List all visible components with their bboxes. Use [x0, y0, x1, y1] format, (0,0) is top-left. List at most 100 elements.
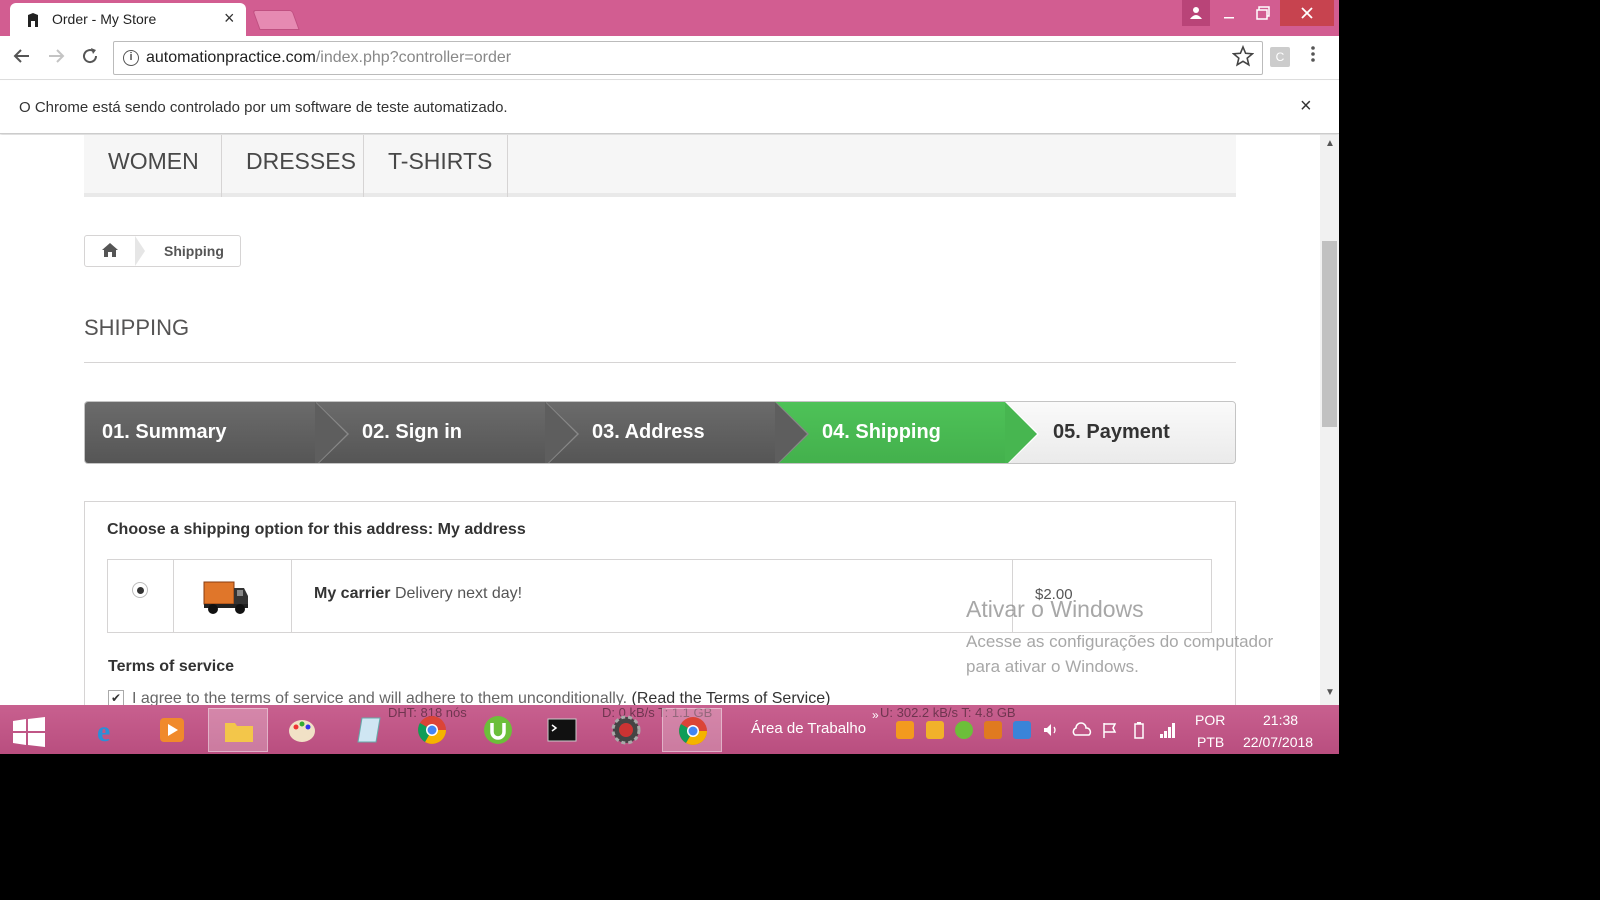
taskbar-utorrent[interactable]: [468, 708, 528, 752]
taskbar-chrome-1[interactable]: [402, 708, 462, 752]
terms-checkbox[interactable]: ✔: [108, 690, 124, 705]
media-player-icon: [160, 718, 184, 742]
signal-bars-icon[interactable]: [1159, 721, 1177, 739]
url-path: /index.php?controller=order: [315, 49, 512, 66]
breadcrumb-separator: [135, 236, 145, 266]
window-minimize-button[interactable]: [1212, 0, 1246, 26]
windows-start-icon[interactable]: [13, 717, 45, 747]
tray-avast-icon[interactable]: [896, 721, 914, 739]
terms-label: I agree to the terms of service and will…: [132, 690, 830, 705]
store-favicon-icon: [28, 13, 38, 27]
back-arrow-icon[interactable]: [12, 46, 32, 66]
terms-link[interactable]: (Read the Terms of Service): [632, 690, 831, 705]
desktop-toolbar-label[interactable]: Área de Trabalho: [751, 720, 866, 737]
checkout-steps: 05. Payment 04. Shipping 03. Address 02.…: [84, 401, 1236, 464]
keyboard-layout-indicator[interactable]: PTB: [1197, 734, 1224, 750]
carrier-image-cell: [174, 560, 292, 632]
ghost-upload-text: U: 302.2 kB/s T: 4.8 GB: [880, 705, 1016, 720]
terminal-icon: [547, 718, 577, 742]
step-label: 01. Summary: [102, 421, 227, 443]
taskbar-media[interactable]: [142, 708, 202, 752]
browser-menu-icon[interactable]: [1310, 44, 1316, 64]
speaker-icon[interactable]: [1042, 721, 1060, 739]
user-profile-icon[interactable]: [1182, 0, 1210, 26]
carrier-delay: Delivery next day!: [394, 585, 523, 602]
tray-utorrent-icon[interactable]: [955, 721, 973, 739]
step-payment: 05. Payment: [1005, 402, 1235, 463]
language-indicator[interactable]: POR: [1195, 712, 1225, 728]
carrier-description-cell: My carrier Delivery next day!: [292, 560, 1013, 632]
terms-text: I agree to the terms of service and will…: [132, 690, 628, 705]
bookmark-star-icon[interactable]: [1232, 45, 1254, 67]
scroll-down-icon[interactable]: ▼: [1325, 687, 1335, 698]
carrier-price: $2.00: [1035, 586, 1073, 603]
clock-time[interactable]: 21:38: [1263, 712, 1298, 728]
page-scrollbar[interactable]: ▲ ▼: [1320, 135, 1339, 705]
taskbar-explorer[interactable]: [208, 708, 268, 752]
window-restore-button[interactable]: [1246, 0, 1280, 26]
address-bar[interactable]: i automationpractice.com/index.php?contr…: [113, 41, 1263, 75]
menu-item-dresses[interactable]: DRESSES: [222, 135, 364, 197]
internet-explorer-icon: e: [97, 715, 110, 746]
toolbar-chevron-icon[interactable]: »: [872, 708, 879, 722]
action-center-flag-icon[interactable]: [1101, 721, 1119, 739]
clock-date[interactable]: 22/07/2018: [1243, 734, 1313, 750]
step-summary[interactable]: 01. Summary: [85, 402, 349, 463]
folder-icon: [225, 723, 253, 742]
onedrive-cloud-icon[interactable]: [1071, 721, 1093, 739]
menu-item-women[interactable]: WOMEN: [84, 135, 222, 197]
tray-java-icon[interactable]: [984, 721, 1002, 739]
taskbar-ie[interactable]: e: [78, 708, 138, 752]
scroll-up-icon[interactable]: ▲: [1325, 138, 1335, 149]
site-info-icon[interactable]: i: [123, 50, 139, 66]
shipping-options-box: Choose a shipping option for this addres…: [84, 501, 1236, 705]
page-title: SHIPPING: [84, 315, 190, 340]
taskbar-paint[interactable]: [272, 708, 332, 752]
step-label: 02. Sign in: [362, 421, 463, 443]
url-text: automationpractice.com/index.php?control…: [146, 49, 511, 67]
page-content: WOMEN DRESSES T-SHIRTS Shipping SHIPPING…: [0, 135, 1320, 705]
home-icon[interactable]: [101, 242, 119, 258]
browser-tab-order[interactable]: Order - My Store ×: [10, 3, 246, 36]
chrome-icon: [679, 717, 707, 745]
tray-shield-icon[interactable]: [926, 721, 944, 739]
svg-text:e: e: [97, 715, 110, 746]
carrier-radio[interactable]: [132, 582, 148, 598]
step-address[interactable]: 03. Address: [545, 402, 809, 463]
automation-infobar: O Chrome está sendo controlado por um so…: [0, 81, 1339, 134]
menu-item-tshirts[interactable]: T-SHIRTS: [364, 135, 508, 197]
tab-close-icon[interactable]: ×: [224, 8, 235, 29]
gear-ide-icon: [611, 715, 641, 745]
taskbar-chrome-2[interactable]: [662, 708, 722, 752]
carrier-price-cell: $2.00: [1013, 560, 1211, 632]
new-tab-button[interactable]: [252, 10, 300, 30]
scroll-thumb[interactable]: [1322, 241, 1337, 427]
notepad-icon: [357, 717, 381, 743]
infobar-message: O Chrome está sendo controlado por um so…: [19, 99, 508, 116]
paint-palette-icon: [289, 720, 315, 742]
browser-toolbar: i automationpractice.com/index.php?contr…: [0, 36, 1339, 80]
step-label: 03. Address: [592, 421, 705, 443]
reload-icon[interactable]: [80, 46, 100, 66]
window-close-button[interactable]: [1280, 0, 1334, 26]
taskbar-ide[interactable]: [596, 708, 656, 752]
step-label: 05. Payment: [1053, 421, 1170, 443]
truck-icon: [203, 581, 248, 614]
taskbar-terminal[interactable]: [532, 708, 592, 752]
taskbar-notes[interactable]: [338, 708, 398, 752]
breadcrumb-current: Shipping: [164, 243, 224, 259]
forward-arrow-icon[interactable]: [46, 46, 66, 66]
battery-icon[interactable]: [1130, 721, 1148, 739]
carrier-row[interactable]: My carrier Delivery next day! $2.00: [107, 559, 1212, 633]
heading-divider: [84, 362, 1236, 363]
step-sign-in[interactable]: 02. Sign in: [315, 402, 579, 463]
top-menu: WOMEN DRESSES T-SHIRTS: [84, 135, 1236, 197]
extension-icon[interactable]: C: [1270, 47, 1290, 67]
infobar-close-icon[interactable]: ×: [1300, 95, 1312, 118]
terms-title: Terms of service: [108, 658, 234, 675]
windows-taskbar: DHT: 818 nós D: 0 kB/s T: 1.1 GB U: 302.…: [0, 705, 1339, 754]
carrier-name: My carrier: [314, 585, 391, 602]
utorrent-icon: [484, 716, 512, 744]
step-label: 04. Shipping: [822, 421, 941, 443]
tray-network-app-icon[interactable]: [1013, 721, 1031, 739]
